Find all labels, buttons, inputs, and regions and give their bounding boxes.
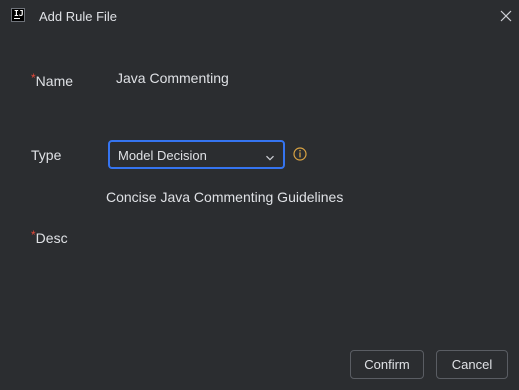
name-label: *Name — [31, 71, 73, 89]
dialog-title: Add Rule File — [39, 9, 118, 24]
name-label-text: Name — [35, 73, 74, 89]
description-text: Concise Java Commenting Guidelines — [106, 189, 344, 205]
desc-label-text: Desc — [35, 230, 68, 246]
name-field[interactable]: Java Commenting — [116, 70, 229, 86]
chevron-down-icon — [265, 150, 275, 168]
type-label: Type — [31, 147, 62, 163]
info-icon[interactable] — [293, 147, 307, 161]
intellij-icon: IJ — [11, 8, 25, 22]
title-bar: IJ Add Rule File — [0, 0, 519, 34]
type-selected-value: Model Decision — [118, 148, 207, 163]
add-rule-file-dialog: IJ Add Rule File *Name Java Commenting T… — [0, 0, 519, 390]
app-icon-text: IJ — [14, 9, 24, 18]
app-icon-bar — [14, 18, 20, 19]
cancel-button[interactable]: Cancel — [436, 350, 508, 379]
type-dropdown[interactable]: Model Decision — [108, 140, 285, 169]
desc-label: *Desc — [31, 228, 68, 246]
close-icon[interactable] — [498, 8, 514, 24]
confirm-button[interactable]: Confirm — [350, 350, 424, 379]
